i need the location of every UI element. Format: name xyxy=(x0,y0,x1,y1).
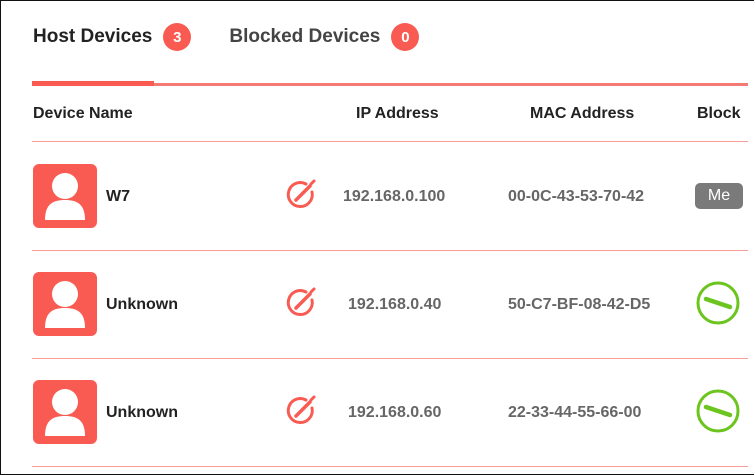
current-device-badge: Me xyxy=(695,183,743,209)
device-name: W7 xyxy=(106,188,130,205)
device-name: Unknown xyxy=(106,296,178,313)
device-tabs: Host Devices 3 Blocked Devices 0 xyxy=(33,22,420,52)
blocked-devices-count-badge: 0 xyxy=(391,23,420,51)
column-header-block: Block xyxy=(697,105,741,122)
edit-pencil-icon[interactable] xyxy=(284,178,318,212)
edit-pencil-icon[interactable] xyxy=(284,286,318,320)
block-toggle-icon[interactable] xyxy=(695,388,741,434)
device-name: Unknown xyxy=(106,404,178,421)
tab-host-devices-label: Host Devices xyxy=(33,26,153,47)
tab-active-indicator xyxy=(32,81,154,86)
table-row: Unknown 192.168.0.40 50-C7-BF-08-42-D5 xyxy=(1,251,754,359)
row-divider xyxy=(32,466,748,467)
tab-blocked-devices-label: Blocked Devices xyxy=(229,26,381,47)
user-avatar-icon xyxy=(33,164,97,228)
ip-address: 192.168.0.40 xyxy=(348,296,442,313)
ip-address: 192.168.0.60 xyxy=(348,404,442,421)
column-header-device-name: Device Name xyxy=(33,105,133,122)
user-avatar-icon xyxy=(33,380,97,444)
user-avatar-icon xyxy=(33,272,97,336)
column-header-ip-address: IP Address xyxy=(356,105,439,122)
tab-host-devices[interactable]: Host Devices 3 xyxy=(33,23,192,51)
host-devices-count-badge: 3 xyxy=(163,23,192,51)
table-row: W7 192.168.0.100 00-0C-43-53-70-42 Me xyxy=(1,142,754,250)
mac-address: 00-0C-43-53-70-42 xyxy=(508,188,645,205)
mac-address: 22-33-44-55-66-00 xyxy=(508,404,642,421)
ip-address: 192.168.0.100 xyxy=(343,188,446,205)
mac-address: 50-C7-BF-08-42-D5 xyxy=(508,296,651,313)
tab-blocked-devices[interactable]: Blocked Devices 0 xyxy=(229,23,420,51)
edit-pencil-icon[interactable] xyxy=(284,394,318,428)
table-row: Unknown 192.168.0.60 22-33-44-55-66-00 xyxy=(1,359,754,467)
host-devices-panel: Host Devices 3 Blocked Devices 0 Device … xyxy=(0,0,754,475)
column-header-mac-address: MAC Address xyxy=(530,105,635,122)
block-toggle-icon[interactable] xyxy=(695,280,741,326)
